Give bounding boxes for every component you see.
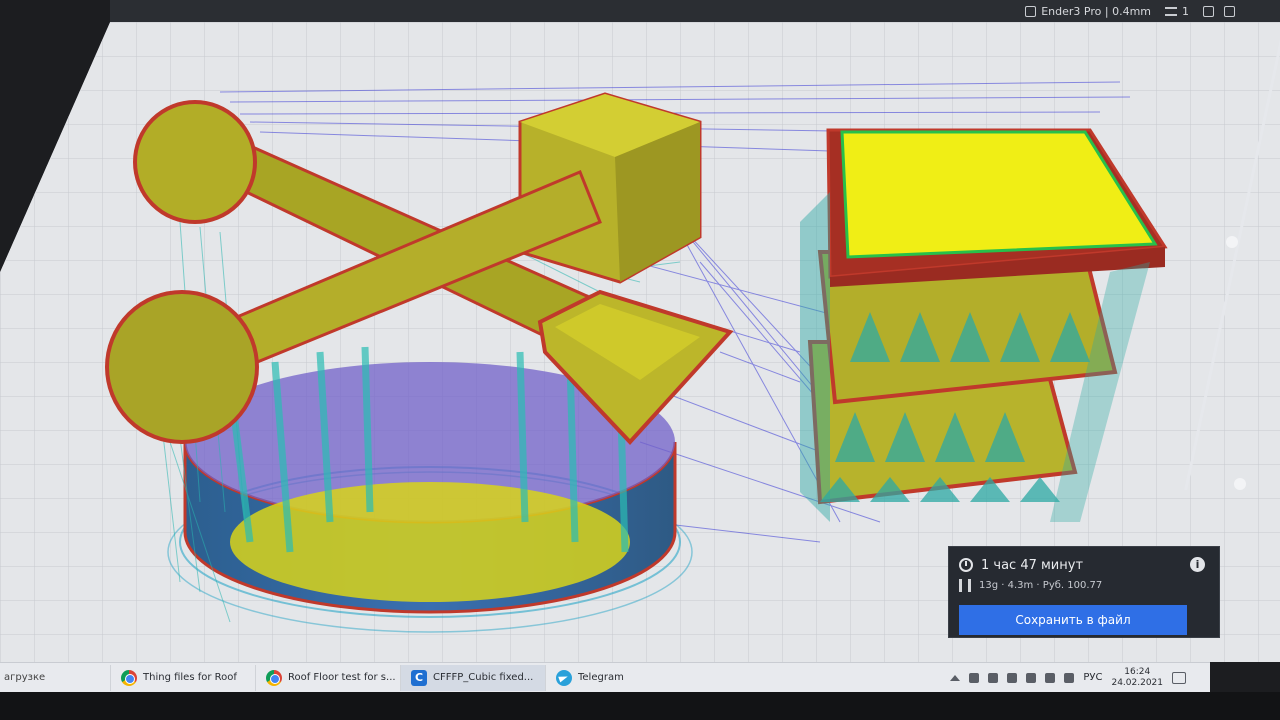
system-tray: РУС 16:24 24.02.2021 xyxy=(950,667,1210,689)
notifications-icon[interactable] xyxy=(1172,671,1186,684)
telegram-icon xyxy=(556,669,572,686)
print-summary-panel: i 1 час 47 минут 13g · 4.3m · Руб. 100.7… xyxy=(948,546,1220,638)
taskbar-left-text: агрузке xyxy=(4,672,46,683)
taskbar-item-label: Thing files for Roof xyxy=(143,672,237,683)
printer-label: Ender3 Pro | 0.4mm xyxy=(1041,4,1151,18)
display-icon[interactable] xyxy=(1007,672,1018,683)
clock-time: 16:24 xyxy=(1124,666,1151,677)
slicer-app-icon: C xyxy=(411,669,427,686)
material-selector[interactable]: 1 xyxy=(1165,5,1189,18)
language-indicator[interactable]: РУС xyxy=(1083,672,1102,683)
taskbar-item-label: Telegram xyxy=(578,672,624,683)
network-icon[interactable] xyxy=(969,672,980,683)
layer-slider-bottom-handle[interactable] xyxy=(1234,478,1246,490)
chrome-icon xyxy=(121,669,137,686)
clock-icon xyxy=(959,558,973,572)
taskbar-item-chrome-1[interactable]: Thing files for Roof xyxy=(110,664,255,691)
taskbar-item-chrome-2[interactable]: Roof Floor test for s... xyxy=(255,664,400,691)
layer-slider-top-handle[interactable] xyxy=(1226,236,1238,248)
chrome-icon xyxy=(266,669,282,686)
usb-icon[interactable] xyxy=(1064,672,1075,683)
clock-date: 24.02.2021 xyxy=(1111,677,1163,688)
taskbar-item-telegram[interactable]: Telegram xyxy=(545,664,690,691)
printer-icon xyxy=(1025,5,1037,17)
material-estimate: 13g · 4.3m · Руб. 100.77 xyxy=(979,579,1103,591)
volume-icon[interactable] xyxy=(1026,672,1037,683)
screen: Ender3 Pro | 0.4mm 1 i 1 час 47 минут 13… xyxy=(0,0,1280,720)
spool-icon xyxy=(959,578,971,592)
battery-icon[interactable] xyxy=(988,672,999,683)
wifi-icon[interactable] xyxy=(1045,672,1056,683)
print-time: 1 час 47 минут xyxy=(981,557,1084,573)
app-top-bar: Ender3 Pro | 0.4mm 1 xyxy=(110,0,1280,22)
monitor-bezel xyxy=(0,692,1280,720)
taskbar-item-label: CFFFP_Cubic fixed... xyxy=(433,672,534,683)
layer-slider[interactable] xyxy=(1184,40,1280,490)
print-settings-selector[interactable] xyxy=(1203,5,1240,17)
save-to-file-button[interactable]: Сохранить в файл xyxy=(959,605,1187,635)
taskbar-item-label: Roof Floor test for s... xyxy=(288,672,396,683)
info-icon[interactable]: i xyxy=(1190,557,1205,572)
taskbar-item-slicer[interactable]: C CFFFP_Cubic fixed... xyxy=(400,664,545,691)
settings-icon xyxy=(1203,5,1214,17)
infill-icon xyxy=(1224,5,1235,17)
windows-taskbar: агрузке Thing files for Roof Roof Floor … xyxy=(0,662,1210,692)
system-clock[interactable]: 16:24 24.02.2021 xyxy=(1111,667,1163,689)
layers-icon xyxy=(1165,6,1177,16)
printer-selector[interactable]: Ender3 Pro | 0.4mm xyxy=(1025,5,1151,18)
material-count: 1 xyxy=(1182,4,1189,18)
show-hidden-icons-icon[interactable] xyxy=(950,674,961,681)
